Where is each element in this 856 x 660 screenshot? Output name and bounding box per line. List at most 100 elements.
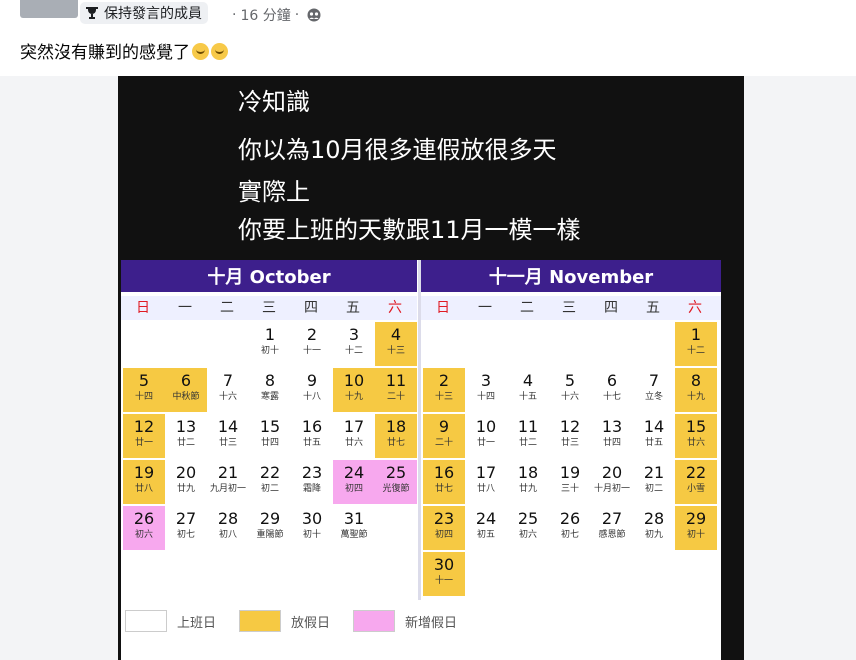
day-number: 7 xyxy=(648,371,660,390)
post-body: 突然沒有賺到的感覺了 xyxy=(20,38,228,63)
day-number: 3 xyxy=(480,371,492,390)
lunar-date: 廿二 xyxy=(518,438,537,448)
calendar-day-cell: 23 霜降 xyxy=(291,460,333,504)
member-badge[interactable]: 保持發言的成員 xyxy=(80,2,208,24)
caption-line: 你以為10月很多連假放很多天 xyxy=(238,136,557,164)
day-number: 13 xyxy=(175,417,197,436)
day-number: 5 xyxy=(564,371,576,390)
lunar-date: 立冬 xyxy=(644,392,663,402)
calendar-day-cell: 28 初九 xyxy=(633,506,675,550)
day-number: 18 xyxy=(517,463,539,482)
post-media[interactable]: 冷知識 你以為10月很多連假放很多天 實際上 你要上班的天數跟11月一模一樣 十… xyxy=(0,76,856,660)
calendar-day-cell: 23 初四 xyxy=(423,506,465,550)
day-number: 28 xyxy=(643,509,665,528)
avatar[interactable] xyxy=(20,0,78,18)
calendar-day-cell: 4 十三 xyxy=(375,322,417,366)
lunar-date: 十四 xyxy=(476,392,495,402)
lunar-date: 十一 xyxy=(434,576,453,586)
calendar-day-cell: 3 十二 xyxy=(333,322,375,366)
day-number: 27 xyxy=(601,509,623,528)
day-number: 18 xyxy=(385,417,407,436)
calendar-image: 十月 October 十一月 November 日一二三四五六 日一二三四五六 … xyxy=(121,260,721,660)
lunar-date: 十五 xyxy=(518,392,537,402)
calendar-day-cell: 5 十六 xyxy=(549,368,591,412)
day-number: 1 xyxy=(690,325,702,344)
day-number: 21 xyxy=(643,463,665,482)
lunar-date: 廿四 xyxy=(602,438,621,448)
lunar-date: 三十 xyxy=(560,484,579,494)
calendar-day-cell: 8 十九 xyxy=(675,368,717,412)
lunar-date: 初九 xyxy=(644,530,663,540)
day-number: 24 xyxy=(475,509,497,528)
lunar-date: 初五 xyxy=(476,530,495,540)
lunar-date: 初六 xyxy=(134,530,153,540)
calendar-day-cell: 8 寒露 xyxy=(249,368,291,412)
calendar-day-cell: 22 初二 xyxy=(249,460,291,504)
calendar-day-cell: 5 十四 xyxy=(123,368,165,412)
day-number: 21 xyxy=(217,463,239,482)
calendar-day-cell: 30 初十 xyxy=(291,506,333,550)
calendar-day-cell: 13 廿二 xyxy=(165,414,207,458)
hugging-face-emoji xyxy=(211,43,228,60)
calendar-day-cell: 9 十八 xyxy=(291,368,333,412)
calendar-day-cell: 25 初六 xyxy=(507,506,549,550)
calendar-day-cell: 25 光復節 xyxy=(375,460,417,504)
calendar-day-cell: 10 廿一 xyxy=(465,414,507,458)
day-number: 16 xyxy=(433,463,455,482)
lunar-date: 感恩節 xyxy=(598,530,626,540)
day-number: 8 xyxy=(264,371,276,390)
calendar-day-cell: 27 感恩節 xyxy=(591,506,633,550)
day-number: 22 xyxy=(259,463,281,482)
caption-line: 實際上 xyxy=(238,178,310,206)
calendar-day-cell: 3 十四 xyxy=(465,368,507,412)
calendar-day-cell: 22 小雪 xyxy=(675,460,717,504)
calendar-day-cell: 18 廿九 xyxy=(507,460,549,504)
day-number: 9 xyxy=(306,371,318,390)
day-number: 20 xyxy=(601,463,623,482)
lunar-date: 廿六 xyxy=(686,438,705,448)
calendar-day-cell: 17 廿六 xyxy=(333,414,375,458)
calendar-day-cell: 10 十九 xyxy=(333,368,375,412)
legend-label: 上班日 xyxy=(177,616,217,631)
lunar-date: 廿五 xyxy=(302,438,321,448)
day-number: 16 xyxy=(301,417,323,436)
day-number: 31 xyxy=(343,509,365,528)
day-number: 4 xyxy=(522,371,534,390)
calendar-day-cell: 14 廿三 xyxy=(207,414,249,458)
day-number: 6 xyxy=(606,371,618,390)
lunar-date: 十三 xyxy=(386,346,405,356)
post-timestamp[interactable]: 16 分鐘 xyxy=(240,5,290,25)
calendar-day-cell: 7 十六 xyxy=(207,368,249,412)
lunar-date: 初十 xyxy=(260,346,279,356)
day-number: 19 xyxy=(559,463,581,482)
lunar-date: 廿五 xyxy=(644,438,663,448)
group-audience-icon[interactable] xyxy=(307,8,321,22)
day-number: 14 xyxy=(643,417,665,436)
day-number: 22 xyxy=(685,463,707,482)
lunar-date: 二十 xyxy=(434,438,453,448)
calendar-day-cell: 19 廿八 xyxy=(123,460,165,504)
post-text: 突然沒有賺到的感覺了 xyxy=(20,43,190,63)
lunar-date: 十一 xyxy=(302,346,321,356)
november-grid: 1 十二 2 十三 3 十四 4 十五 5 十六 6 十七 7 立冬 8 十九 9 二十 10 廿一 11 廿二 12 廿三 1… xyxy=(421,260,721,600)
lunar-date: 十九 xyxy=(344,392,363,402)
calendar-day-cell: 30 十一 xyxy=(423,552,465,596)
post-header: 保持發言的成員 · 16 分鐘 · xyxy=(0,0,856,32)
legend-label: 新增假日 xyxy=(405,616,458,631)
lunar-date: 初七 xyxy=(560,530,579,540)
calendar-day-cell: 15 廿六 xyxy=(675,414,717,458)
lunar-date: 十四 xyxy=(134,392,153,402)
calendar-day-cell: 19 三十 xyxy=(549,460,591,504)
lunar-date: 初七 xyxy=(176,530,195,540)
day-number: 27 xyxy=(175,509,197,528)
day-number: 24 xyxy=(343,463,365,482)
day-number: 30 xyxy=(301,509,323,528)
lunar-date: 廿六 xyxy=(344,438,363,448)
day-number: 15 xyxy=(685,417,707,436)
calendar-day-cell: 6 十七 xyxy=(591,368,633,412)
day-number: 14 xyxy=(217,417,239,436)
calendar-day-cell: 1 初十 xyxy=(249,322,291,366)
lunar-date: 寒露 xyxy=(260,392,279,402)
day-number: 12 xyxy=(133,417,155,436)
legend-swatch-workday xyxy=(125,610,167,632)
